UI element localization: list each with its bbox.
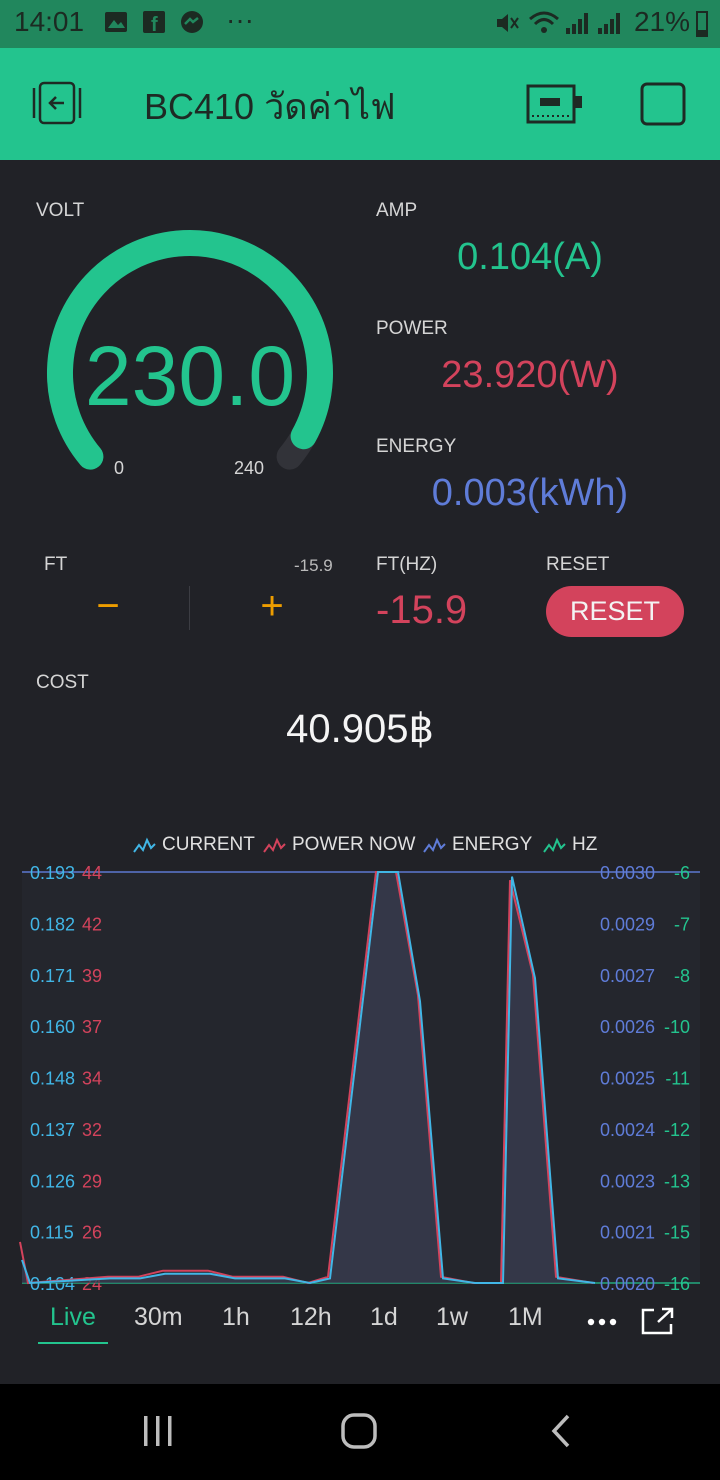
mute-icon <box>497 14 519 32</box>
home-icon[interactable] <box>340 1412 378 1450</box>
tick-energy: 0.0026 <box>600 1017 655 1037</box>
tick-current: 0.115 <box>30 1223 74 1243</box>
tick-current: 0.182 <box>30 914 75 934</box>
tick-hz: -16 <box>664 1274 690 1294</box>
tick-power: 37 <box>82 1017 102 1037</box>
range-1w[interactable]: 1w <box>436 1303 468 1332</box>
range-12h[interactable]: 12h <box>290 1303 332 1332</box>
fullscreen-icon[interactable] <box>640 1306 676 1336</box>
status-time: 14:01 <box>14 6 85 37</box>
tick-energy: 0.0029 <box>600 914 655 934</box>
volt-label: VOLT <box>36 200 85 221</box>
signal-icon <box>566 13 588 34</box>
tick-hz: -6 <box>674 863 690 883</box>
wifi-icon <box>529 11 559 33</box>
exit-icon[interactable] <box>30 80 84 128</box>
volt-value: 230.0 <box>84 329 296 423</box>
more-notifications-icon: ··· <box>226 4 254 35</box>
app-bar: BC410 วัดค่าไฟ <box>0 48 720 160</box>
tick-current: 0.193 <box>30 863 75 883</box>
legend-label-power-now: POWER NOW <box>292 834 416 855</box>
legend-label-hz: HZ <box>572 834 598 855</box>
legend-icon-power-now <box>263 837 286 853</box>
legend-icon-hz <box>543 837 566 853</box>
ft-hz-value: -15.9 <box>376 588 468 632</box>
cost-label: COST <box>36 672 89 693</box>
amp-label: AMP <box>376 200 418 221</box>
back-icon[interactable] <box>546 1412 576 1450</box>
tick-energy: 0.0025 <box>600 1069 655 1089</box>
range-selected-indicator <box>38 1342 108 1344</box>
tick-hz: -10 <box>664 1017 690 1037</box>
superchart[interactable]: CURRENT POWER NOW ENERGY HZ 0.193 44 0.0030 -6 0… <box>0 820 720 1300</box>
tick-current: 0.126 <box>30 1171 75 1191</box>
tick-energy: 0.0020 <box>600 1274 655 1294</box>
legend-icon-current <box>133 837 156 853</box>
tick-power: 26 <box>82 1223 102 1243</box>
tick-energy: 0.0024 <box>600 1120 655 1140</box>
legend-label-energy: ENERGY <box>452 834 533 855</box>
gallery-icon <box>105 12 127 32</box>
status-bar: 14:01 f ··· 21% <box>0 0 720 48</box>
more-icon[interactable] <box>586 1310 618 1334</box>
tick-current: 0.104 <box>30 1274 75 1294</box>
system-nav-bar <box>0 1384 720 1480</box>
tick-hz: -13 <box>664 1171 690 1191</box>
tick-power: 34 <box>82 1069 102 1089</box>
legend-label-current: CURRENT <box>162 834 255 855</box>
reset-label: RESET <box>546 554 610 575</box>
messenger-icon <box>181 11 203 33</box>
gauge-min: 0 <box>114 458 125 478</box>
ft-hz-label: FT(HZ) <box>376 554 438 575</box>
reset-button[interactable]: RESET <box>546 586 684 637</box>
stop-icon[interactable] <box>640 82 688 128</box>
tick-energy: 0.0023 <box>600 1171 655 1191</box>
tick-power: 32 <box>82 1120 102 1140</box>
range-1m[interactable]: 1M <box>508 1303 543 1332</box>
tick-power: 39 <box>82 966 102 986</box>
tick-hz: -7 <box>674 914 690 934</box>
stepper-divider <box>189 586 190 630</box>
range-live[interactable]: Live <box>50 1303 96 1332</box>
device-icon[interactable] <box>526 82 584 126</box>
gauge-max: 240 <box>234 458 265 478</box>
svg-text:f: f <box>151 14 158 34</box>
cost-value: 40.905฿ <box>286 707 434 751</box>
tick-hz: -12 <box>664 1120 690 1140</box>
range-1h[interactable]: 1h <box>222 1303 250 1332</box>
tick-current: 0.137 <box>30 1120 75 1140</box>
amp-value: 0.104(A) <box>457 236 603 278</box>
power-value: 23.920(W) <box>441 354 619 396</box>
tick-power: 44 <box>82 863 102 883</box>
battery-level: 21% <box>633 6 690 37</box>
ft-plus-button[interactable]: + <box>242 584 302 629</box>
ft-label: FT <box>44 554 68 575</box>
tick-power: 42 <box>82 914 102 934</box>
tick-current: 0.160 <box>30 1017 75 1037</box>
facebook-icon: f <box>143 11 165 34</box>
tick-energy: 0.0030 <box>600 863 655 883</box>
app-title: BC410 วัดค่าไฟ <box>144 86 396 127</box>
tick-energy: 0.0027 <box>600 966 655 986</box>
range-30m[interactable]: 30m <box>134 1303 183 1332</box>
tick-hz: -15 <box>664 1223 690 1243</box>
battery-icon <box>696 11 708 37</box>
tick-current: 0.171 <box>30 966 75 986</box>
recent-apps-icon[interactable] <box>140 1414 176 1448</box>
tick-energy: 0.0021 <box>600 1223 655 1243</box>
power-label: POWER <box>376 318 448 339</box>
range-1d[interactable]: 1d <box>370 1303 398 1332</box>
energy-label: ENERGY <box>376 436 457 457</box>
ft-minus-button[interactable]: − <box>78 584 138 629</box>
energy-value: 0.003(kWh) <box>431 472 629 514</box>
tick-current: 0.148 <box>30 1069 75 1089</box>
legend-icon-energy <box>423 837 446 853</box>
ft-current: -15.9 <box>294 556 333 575</box>
signal-2-icon <box>598 13 620 34</box>
tick-power: 29 <box>82 1171 102 1191</box>
tick-hz: -8 <box>674 966 690 986</box>
tick-hz: -11 <box>665 1069 690 1089</box>
